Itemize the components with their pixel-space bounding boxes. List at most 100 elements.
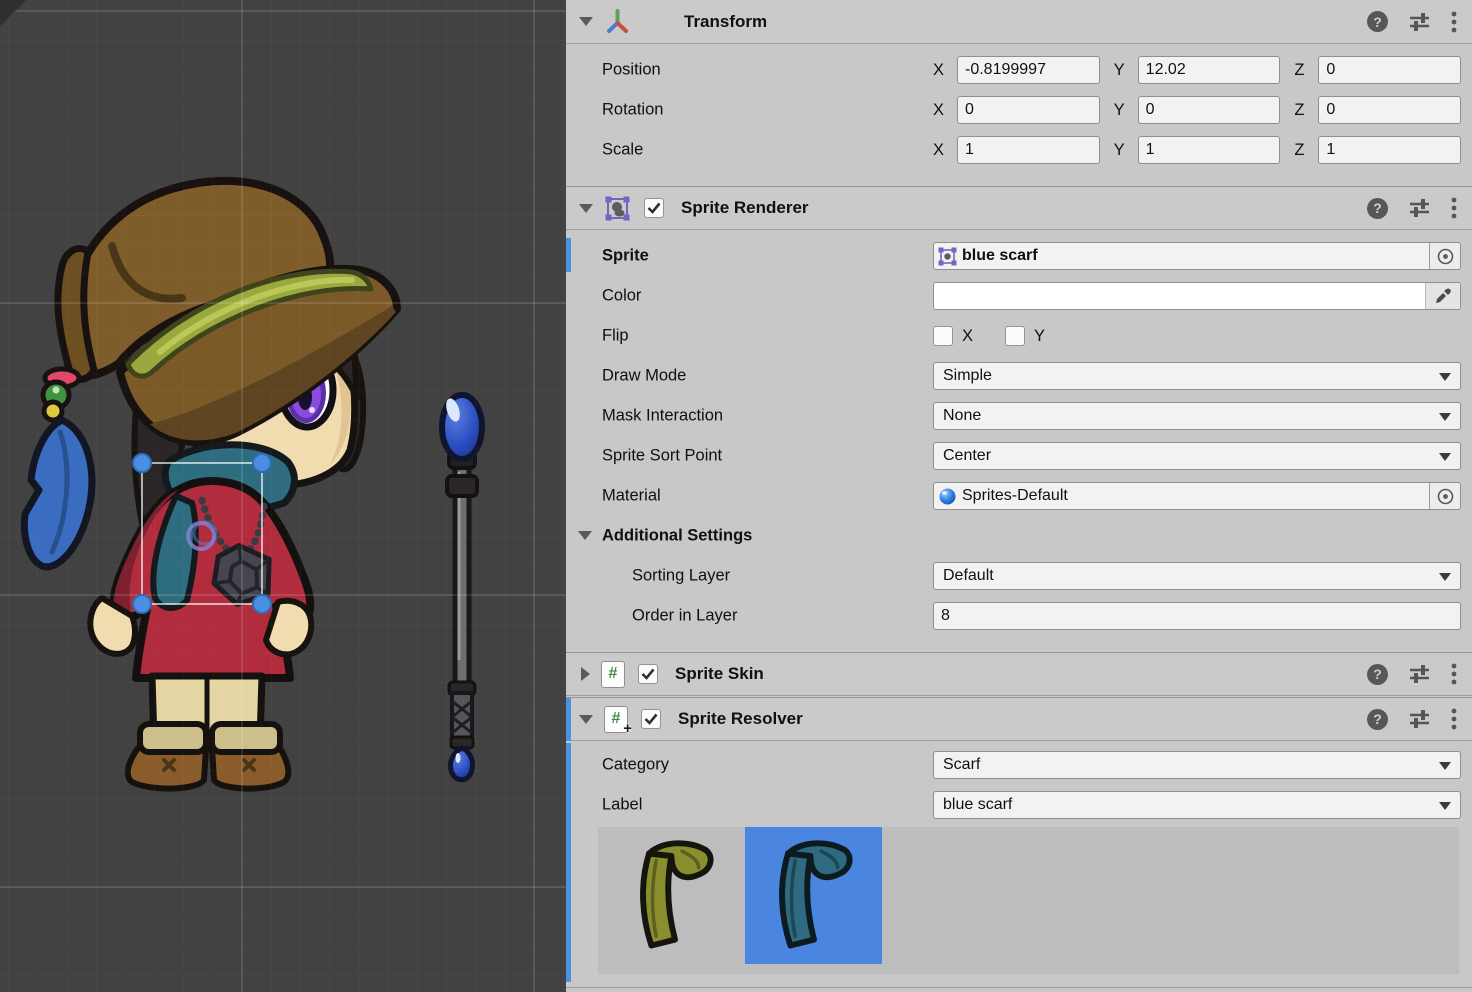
kebab-menu-icon[interactable] bbox=[1451, 708, 1457, 730]
draw-mode-dropdown[interactable]: Simple bbox=[933, 362, 1461, 390]
blue-scarf-thumbnail-selected[interactable] bbox=[745, 827, 882, 964]
color-row: Color bbox=[566, 282, 1472, 310]
axis-x-label: X bbox=[933, 101, 957, 120]
label-dropdown[interactable]: blue scarf bbox=[933, 791, 1461, 819]
sprite-renderer-header[interactable]: Sprite Renderer ? bbox=[566, 186, 1472, 230]
unity-editor: Transform ? Position X Y Z Rotati bbox=[0, 0, 1472, 992]
script-icon: # bbox=[601, 661, 625, 688]
color-swatch[interactable] bbox=[933, 282, 1461, 310]
blue-scarf-image bbox=[755, 835, 873, 957]
green-scarf-image bbox=[616, 835, 734, 957]
inspector-panel: Transform ? Position X Y Z Rotati bbox=[566, 0, 1472, 992]
rotation-x-field[interactable] bbox=[957, 96, 1100, 124]
component-title: Sprite Renderer bbox=[681, 198, 809, 218]
help-icon[interactable]: ? bbox=[1367, 709, 1388, 730]
order-in-layer-row: Order in Layer bbox=[566, 602, 1472, 630]
scene-view[interactable] bbox=[0, 0, 566, 992]
sprite-object-field[interactable]: blue scarf bbox=[933, 242, 1461, 270]
category-label: Category bbox=[602, 756, 669, 775]
override-bar-resolver-header bbox=[566, 698, 571, 741]
material-row: Material Sprites-Default bbox=[566, 482, 1472, 510]
sprite-sort-point-label: Sprite Sort Point bbox=[602, 447, 722, 466]
flip-label: Flip bbox=[602, 327, 629, 346]
order-in-layer-label: Order in Layer bbox=[632, 607, 737, 626]
sorting-layer-row: Sorting Layer Default bbox=[566, 562, 1472, 590]
component-enabled-checkbox[interactable] bbox=[641, 709, 661, 729]
axis-z-label: Z bbox=[1294, 141, 1318, 160]
scale-y-field[interactable] bbox=[1138, 136, 1281, 164]
scene-grid bbox=[0, 0, 566, 992]
label-label: Label bbox=[602, 796, 642, 815]
component-title: Sprite Resolver bbox=[678, 709, 803, 729]
rotation-row: Rotation X Y Z bbox=[566, 96, 1472, 124]
flip-y-checkbox[interactable] bbox=[1005, 326, 1025, 346]
sprite-skin-header[interactable]: # Sprite Skin ? bbox=[566, 652, 1472, 696]
presets-icon[interactable] bbox=[1409, 12, 1430, 32]
sprite-renderer-icon bbox=[604, 195, 631, 222]
order-in-layer-field[interactable] bbox=[933, 602, 1461, 630]
sprite-variant-strip bbox=[598, 827, 1459, 974]
kebab-menu-icon[interactable] bbox=[1451, 11, 1457, 33]
transform-header[interactable]: Transform ? bbox=[566, 0, 1472, 44]
scale-x-field[interactable] bbox=[957, 136, 1100, 164]
component-enabled-checkbox[interactable] bbox=[644, 198, 664, 218]
scale-z-field[interactable] bbox=[1318, 136, 1461, 164]
foldout-arrow-icon[interactable] bbox=[579, 715, 593, 724]
sprite-resolver-header[interactable]: #+ Sprite Resolver ? bbox=[566, 697, 1472, 741]
eyedropper-icon bbox=[1434, 287, 1452, 305]
kebab-menu-icon[interactable] bbox=[1451, 197, 1457, 219]
category-value: Scarf bbox=[943, 756, 980, 774]
eyedropper-button[interactable] bbox=[1425, 283, 1460, 309]
axis-y-label: Y bbox=[1114, 141, 1138, 160]
chevron-down-icon bbox=[1439, 453, 1451, 461]
additional-settings-row[interactable]: Additional Settings bbox=[566, 522, 1472, 550]
category-dropdown[interactable]: Scarf bbox=[933, 751, 1461, 779]
rotation-z-field[interactable] bbox=[1318, 96, 1461, 124]
flip-x-checkbox[interactable] bbox=[933, 326, 953, 346]
foldout-arrow-icon[interactable] bbox=[578, 531, 592, 540]
foldout-arrow-icon[interactable] bbox=[581, 667, 590, 681]
help-icon[interactable]: ? bbox=[1367, 198, 1388, 219]
material-object-name: Sprites-Default bbox=[962, 487, 1068, 505]
axis-x-label: X bbox=[933, 141, 957, 160]
sorting-layer-value: Default bbox=[943, 567, 994, 585]
presets-icon[interactable] bbox=[1409, 664, 1430, 684]
selection-handle-top-left[interactable] bbox=[133, 454, 151, 472]
component-enabled-checkbox[interactable] bbox=[638, 664, 658, 684]
kebab-menu-icon[interactable] bbox=[1451, 663, 1457, 685]
presets-icon[interactable] bbox=[1409, 198, 1430, 218]
selection-handle-top-right[interactable] bbox=[253, 454, 271, 472]
transform-icon bbox=[604, 8, 631, 35]
object-picker-button[interactable] bbox=[1429, 243, 1460, 269]
presets-icon[interactable] bbox=[1409, 709, 1430, 729]
mask-interaction-dropdown[interactable]: None bbox=[933, 402, 1461, 430]
foldout-arrow-icon[interactable] bbox=[579, 17, 593, 26]
object-picker-button[interactable] bbox=[1429, 483, 1460, 509]
label-row: Label blue scarf bbox=[566, 791, 1472, 819]
material-sphere-icon bbox=[938, 487, 957, 506]
scale-label: Scale bbox=[602, 141, 643, 160]
green-scarf-thumbnail[interactable] bbox=[606, 827, 743, 964]
position-x-field[interactable] bbox=[957, 56, 1100, 84]
label-value: blue scarf bbox=[943, 796, 1012, 814]
scene-canvas bbox=[0, 0, 566, 992]
selection-handle-bottom-right[interactable] bbox=[253, 595, 271, 613]
help-icon[interactable]: ? bbox=[1367, 11, 1388, 32]
rotation-y-field[interactable] bbox=[1138, 96, 1281, 124]
position-z-field[interactable] bbox=[1318, 56, 1461, 84]
position-y-field[interactable] bbox=[1138, 56, 1281, 84]
selection-handle-bottom-left[interactable] bbox=[133, 595, 151, 613]
sprite-row: Sprite blue scarf bbox=[566, 242, 1472, 270]
foldout-arrow-icon[interactable] bbox=[579, 204, 593, 213]
sprite-sort-point-dropdown[interactable]: Center bbox=[933, 442, 1461, 470]
override-bar-resolver-body bbox=[566, 743, 571, 982]
object-picker-icon bbox=[1437, 488, 1454, 505]
material-object-field[interactable]: Sprites-Default bbox=[933, 482, 1461, 510]
chevron-down-icon bbox=[1439, 802, 1451, 810]
sprite-sort-point-row: Sprite Sort Point Center bbox=[566, 442, 1472, 470]
sorting-layer-dropdown[interactable]: Default bbox=[933, 562, 1461, 590]
chevron-down-icon bbox=[1439, 413, 1451, 421]
sprite-object-name: blue scarf bbox=[962, 247, 1038, 265]
sprite-mini-icon bbox=[938, 247, 957, 266]
help-icon[interactable]: ? bbox=[1367, 664, 1388, 685]
